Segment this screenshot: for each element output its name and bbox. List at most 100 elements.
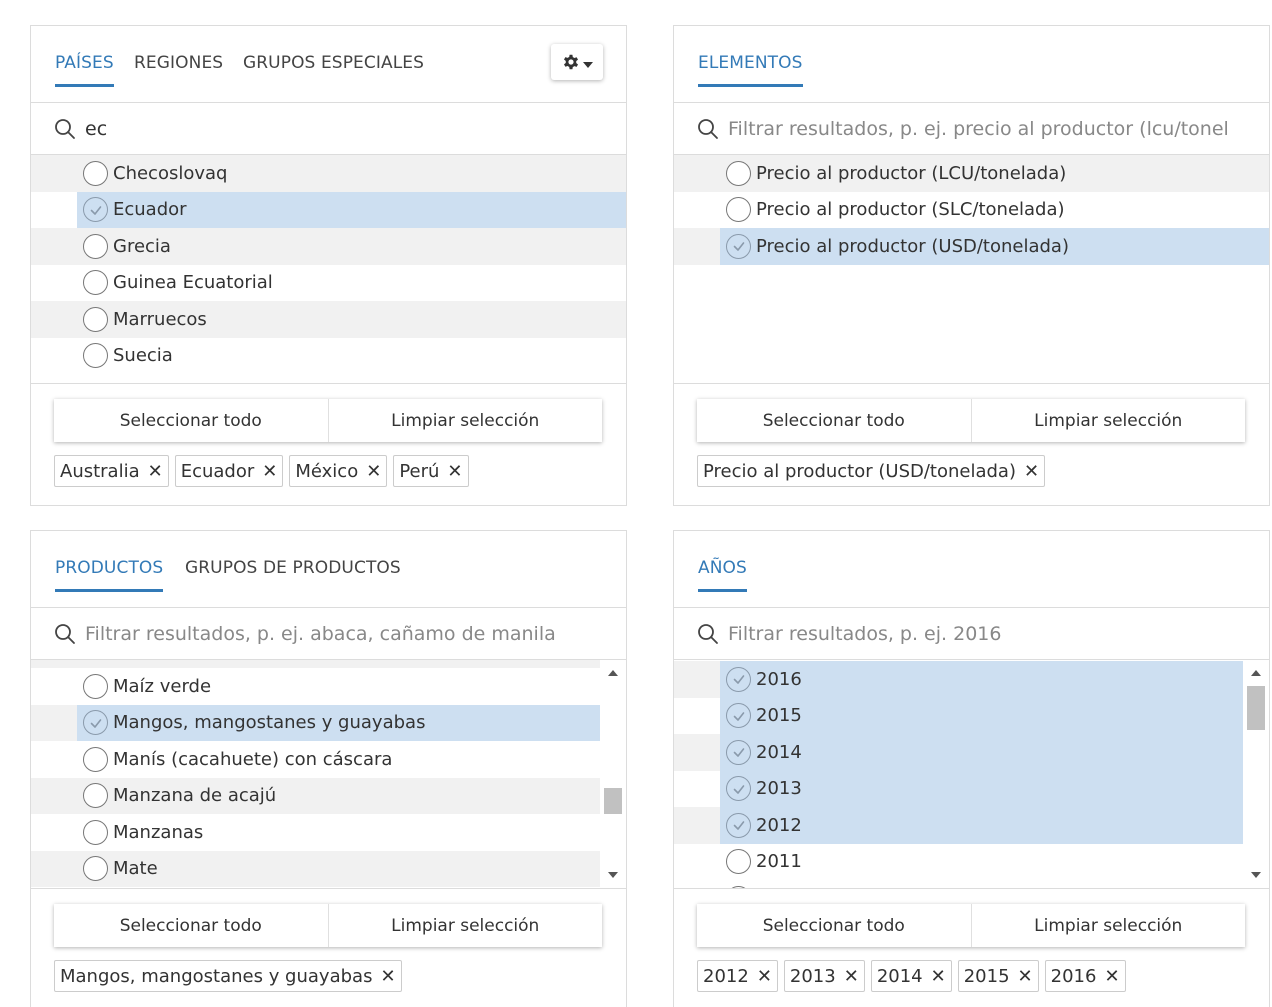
radio-circle-icon [83, 160, 108, 186]
close-icon[interactable]: ✕ [447, 461, 462, 482]
list-row: 2015 [674, 697, 1269, 734]
products-tabs: PRODUCTOS GRUPOS DE PRODUCTOS [31, 531, 626, 608]
list-item-label: Manís (cacahuete) con cáscara [113, 748, 393, 770]
selected-chip: Australia ✕ [54, 455, 169, 487]
list-row: Precio al productor (USD/tonelada) [674, 228, 1269, 265]
chip-label: Perú [399, 460, 440, 482]
list-item[interactable]: Precio al productor (LCU/tonelada) [720, 155, 1269, 192]
scrollbar[interactable] [1243, 660, 1269, 888]
scroll-down-arrow-icon[interactable] [1251, 872, 1261, 878]
scroll-down-arrow-icon[interactable] [608, 872, 618, 878]
elements-search [674, 103, 1269, 155]
list-item-label: Grecia [113, 235, 171, 257]
countries-clear-selection-button[interactable]: Limpiar selección [327, 399, 602, 442]
list-item[interactable]: Manzana de acajú [77, 778, 600, 815]
check-circle-icon [726, 233, 751, 259]
list-item[interactable]: 2013 [720, 770, 1243, 807]
close-icon[interactable]: ✕ [757, 966, 772, 987]
close-icon[interactable]: ✕ [1018, 966, 1033, 987]
list-item-label: Mate [113, 858, 158, 880]
list-item[interactable]: 2012 [720, 807, 1243, 844]
list-item[interactable]: 2014 [720, 734, 1243, 771]
countries-select-all-button[interactable]: Seleccionar todo [54, 399, 328, 442]
list-item-label: 2012 [756, 814, 802, 836]
list-item[interactable]: Mate [77, 851, 600, 888]
tab-product-groups[interactable]: GRUPOS DE PRODUCTOS [185, 558, 401, 578]
years-clear-selection-button[interactable]: Limpiar selección [970, 904, 1245, 947]
radio-circle-icon [83, 270, 108, 296]
years-search [674, 608, 1269, 660]
list-row: 2012 [674, 807, 1269, 844]
scrollbar-thumb[interactable] [604, 788, 622, 814]
products-select-all-button[interactable]: Seleccionar todo [54, 904, 328, 947]
selected-chip: Precio al productor (USD/tonelada) ✕ [697, 455, 1046, 487]
list-row: Manzana de acajú [31, 777, 626, 815]
chip-label: 2015 [963, 965, 1010, 987]
list-row: Mangos, mangostanes y guayabas [31, 704, 626, 741]
elements-search-input[interactable] [728, 113, 1258, 145]
years-select-all-button[interactable]: Seleccionar todo [697, 904, 971, 947]
close-icon[interactable]: ✕ [366, 461, 381, 482]
tab-elements[interactable]: ELEMENTOS [698, 53, 803, 87]
close-icon[interactable]: ✕ [148, 461, 163, 482]
radio-circle-icon [83, 673, 108, 699]
scroll-up-arrow-icon[interactable] [1251, 670, 1261, 676]
list-item[interactable]: Precio al productor (USD/tonelada) [720, 228, 1269, 265]
list-row: 2013 [674, 770, 1269, 807]
selected-chip: México ✕ [289, 455, 388, 487]
tab-countries[interactable]: PAÍSES [55, 53, 114, 87]
tab-special-groups[interactable]: GRUPOS ESPECIALES [243, 53, 424, 73]
list-item[interactable]: Ecuador [77, 191, 626, 228]
elements-clear-selection-button[interactable]: Limpiar selección [970, 399, 1245, 442]
radio-circle-icon [726, 160, 751, 186]
list-item-label: 2015 [756, 705, 802, 727]
list-item[interactable]: Manís (cacahuete) con cáscara [77, 741, 600, 778]
selected-chip: 2012 ✕ [697, 960, 778, 992]
products-search-input[interactable] [85, 618, 615, 650]
list-item[interactable]: Suecia [77, 338, 626, 375]
caret-down-icon [582, 61, 593, 68]
tab-years[interactable]: AÑOS [698, 558, 747, 592]
list-item-label: Maíz verde [113, 675, 212, 697]
products-clear-selection-button[interactable]: Limpiar selección [327, 904, 602, 947]
elements-select-all-button[interactable]: Seleccionar todo [697, 399, 971, 442]
list-item[interactable]: 2016 [720, 661, 1243, 698]
list-item[interactable]: Maíz verde [77, 668, 600, 705]
scroll-up-arrow-icon[interactable] [608, 670, 618, 676]
list-item[interactable]: Manzanas [77, 814, 600, 851]
chip-label: Mangos, mangostanes y guayabas [60, 965, 373, 987]
list-item-label: 2013 [756, 778, 802, 800]
settings-dropdown-button[interactable] [551, 44, 603, 80]
list-row: Mate [31, 850, 626, 888]
tab-regions[interactable]: REGIONES [134, 53, 223, 73]
search-icon [697, 118, 719, 140]
list-item-label: 2011 [756, 851, 802, 873]
close-icon[interactable]: ✕ [262, 461, 277, 482]
list-item[interactable]: Grecia [77, 228, 626, 265]
list-row: Precio al productor (SLC/tonelada) [674, 192, 1269, 229]
check-circle-icon [726, 776, 751, 802]
list-item[interactable]: Mangos, mangostanes y guayabas [77, 704, 600, 741]
list-row: Suecia [31, 338, 626, 375]
list-item[interactable] [720, 880, 1243, 888]
elements-list: Precio al productor (LCU/tonelada) Precio… [674, 155, 1269, 384]
list-item[interactable]: Checoslovaq [77, 155, 626, 192]
tab-products[interactable]: PRODUCTOS [55, 558, 164, 592]
check-circle-icon [726, 703, 751, 729]
close-icon[interactable]: ✕ [380, 966, 395, 987]
scrollbar[interactable] [600, 660, 626, 888]
list-item[interactable]: 2011 [720, 844, 1243, 881]
list-item[interactable]: Precio al productor (SLC/tonelada) [720, 192, 1269, 229]
close-icon[interactable]: ✕ [1024, 461, 1039, 482]
list-item[interactable]: Marruecos [77, 301, 626, 338]
close-icon[interactable]: ✕ [1104, 966, 1119, 987]
list-item[interactable]: 2015 [720, 697, 1243, 734]
close-icon[interactable]: ✕ [931, 966, 946, 987]
years-search-input[interactable] [728, 618, 1258, 650]
close-icon[interactable]: ✕ [844, 966, 859, 987]
list-item-label: Manzana de acajú [113, 785, 277, 807]
countries-search-input[interactable] [85, 113, 615, 145]
scrollbar-thumb[interactable] [1247, 686, 1265, 730]
products-selected-chips: Mangos, mangostanes y guayabas ✕ [54, 960, 614, 992]
list-item[interactable]: Guinea Ecuatorial [77, 265, 626, 302]
